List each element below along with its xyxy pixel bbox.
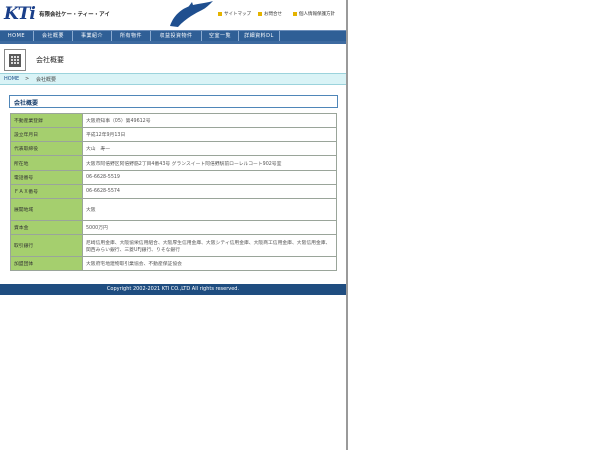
- page-title: 会社概要: [36, 56, 64, 64]
- nav-vacancy[interactable]: 空室一覧: [202, 31, 239, 41]
- table-row: 設立年月日 平成12年9月13日: [10, 127, 337, 142]
- company-info-table: 不動産業登録 大阪府知事（05）第49612号 設立年月日 平成12年9月13日…: [10, 113, 337, 271]
- table-row: 所在地 大阪市阿倍野区阿倍野筋2丁目4番43号 グランスイート阿倍野駅前ローレル…: [10, 155, 337, 171]
- row-label: ＦＡＸ番号: [10, 184, 83, 199]
- nav-download[interactable]: 詳細資料DL: [239, 31, 280, 41]
- breadcrumb-current: 会社概要: [36, 77, 57, 83]
- row-label: 加盟団体: [10, 256, 83, 271]
- nav-home[interactable]: HOME: [0, 31, 34, 41]
- kti-logo[interactable]: KTi: [4, 4, 36, 24]
- row-label: 不動産業登録: [10, 113, 83, 128]
- breadcrumb-separator: >: [25, 76, 30, 82]
- header-link-sitemap[interactable]: サイトマップ: [218, 11, 251, 17]
- section-title: 会社概要: [14, 100, 39, 107]
- row-label: 展開地域: [10, 198, 83, 221]
- row-value: 5000万円: [82, 220, 337, 235]
- nav-business[interactable]: 事業紹介: [73, 31, 112, 41]
- nav-properties[interactable]: 所有物件: [112, 31, 151, 41]
- nav-underline: [0, 41, 346, 44]
- page-right-border: [346, 0, 348, 450]
- building-icon: [4, 49, 26, 71]
- nav-company[interactable]: 会社概要: [34, 31, 73, 41]
- table-row: 代表取締役 大山 寿一: [10, 141, 337, 156]
- section-heading: 会社概要: [9, 95, 338, 108]
- row-label: 代表取締役: [10, 141, 83, 156]
- bullet-icon: [218, 11, 222, 16]
- row-value: 06-6628-5574: [82, 184, 337, 199]
- footer-copyright: Copyright 2002-2021 KTI CO.,LTD All righ…: [0, 284, 346, 295]
- table-row: 取引銀行 尼崎信用金庫、大阪協栄信用組合、大阪厚生信用金庫、大阪シティ信用金庫、…: [10, 234, 337, 257]
- table-row: 加盟団体 大阪府宅地建物取引業協会、不動産保証協会: [10, 256, 337, 271]
- table-row: 資本金 5000万円: [10, 220, 337, 235]
- row-value: 大阪市阿倍野区阿倍野筋2丁目4番43号 グランスイート阿倍野駅前ローレルコート9…: [82, 155, 337, 171]
- table-row: ＦＡＸ番号 06-6628-5574: [10, 184, 337, 199]
- bullet-icon: [258, 11, 262, 16]
- table-row: 電話番号 06-6628-5519: [10, 170, 337, 185]
- dolphin-icon: [170, 1, 213, 27]
- row-label: 設立年月日: [10, 127, 83, 142]
- row-value: 大山 寿一: [82, 141, 337, 156]
- nav-investment[interactable]: 収益投資物件: [151, 31, 202, 41]
- row-value: 06-6628-5519: [82, 170, 337, 185]
- site-header: KTi 有限会社ケー・ティー・アイ サイトマップ お問合せ 個人情報保護方針: [0, 0, 346, 30]
- row-value: 平成12年9月13日: [82, 127, 337, 142]
- breadcrumb: HOME > 会社概要: [0, 73, 346, 85]
- row-value: 尼崎信用金庫、大阪協栄信用組合、大阪厚生信用金庫、大阪シティ信用金庫、大阪商工信…: [82, 234, 337, 257]
- row-label: 電話番号: [10, 170, 83, 185]
- page: KTi 有限会社ケー・ティー・アイ サイトマップ お問合せ 個人情報保護方針 H…: [0, 0, 346, 450]
- row-label: 資本金: [10, 220, 83, 235]
- bullet-icon: [293, 11, 297, 16]
- table-row: 展開地域 大阪: [10, 198, 337, 221]
- table-row: 不動産業登録 大阪府知事（05）第49612号: [10, 113, 337, 128]
- company-name: 有限会社ケー・ティー・アイ: [39, 12, 110, 18]
- row-value: 大阪府宅地建物取引業協会、不動産保証協会: [82, 256, 337, 271]
- row-label: 取引銀行: [10, 234, 83, 257]
- row-label: 所在地: [10, 155, 83, 171]
- row-value: 大阪: [82, 198, 337, 221]
- header-link-contact[interactable]: お問合せ: [258, 11, 282, 17]
- breadcrumb-home-link[interactable]: HOME: [4, 76, 19, 82]
- header-link-privacy[interactable]: 個人情報保護方針: [293, 11, 335, 17]
- row-value: 大阪府知事（05）第49612号: [82, 113, 337, 128]
